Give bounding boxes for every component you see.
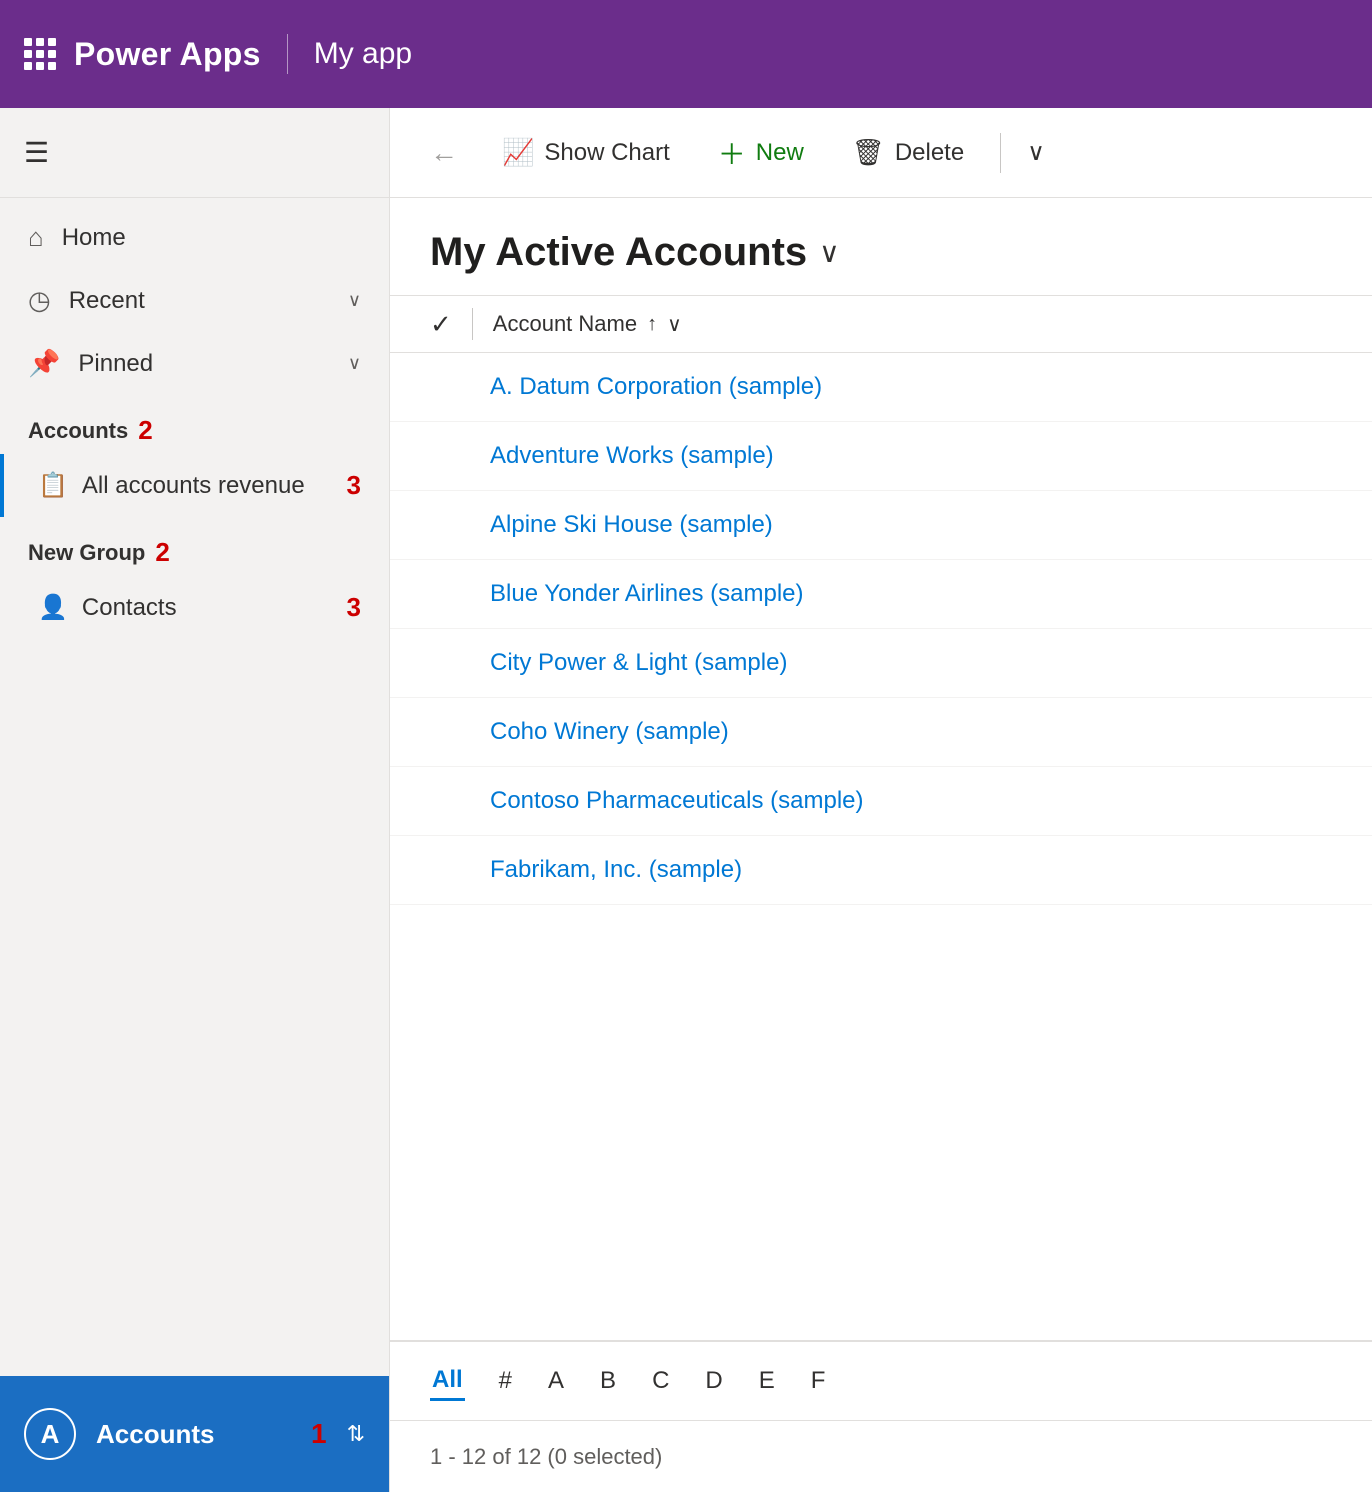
sidebar-item-home[interactable]: ⌂ Home: [0, 206, 389, 269]
avatar: A: [24, 1408, 76, 1460]
sidebar-item-recent[interactable]: ◷ Recent ∨: [0, 269, 389, 332]
show-chart-button[interactable]: 📈 Show Chart: [482, 127, 690, 178]
table-row[interactable]: Alpine Ski House (sample): [390, 491, 1372, 560]
alpha-item-c[interactable]: C: [650, 1363, 671, 1399]
alpha-item-d[interactable]: D: [703, 1363, 724, 1399]
sidebar-nav: ⌂ Home ◷ Recent ∨ 📌 Pinned ∨ Accounts 2: [0, 198, 389, 1376]
delete-label: Delete: [895, 139, 964, 167]
new-label: New: [756, 139, 804, 167]
new-group-label: New Group: [28, 540, 145, 566]
hamburger-icon[interactable]: ☰: [24, 136, 49, 169]
sidebar-item-contacts-label: Contacts: [82, 594, 333, 622]
alpha-bar: All # ABCDEF: [390, 1340, 1372, 1420]
table-row[interactable]: City Power & Light (sample): [390, 629, 1372, 698]
new-group-badge: 2: [155, 537, 169, 568]
app-name: My app: [314, 37, 412, 71]
sidebar-item-recent-label: Recent: [69, 287, 330, 315]
sidebar: ☰ ⌂ Home ◷ Recent ∨ 📌 Pinned ∨: [0, 108, 390, 1492]
accounts-group-label: Accounts: [28, 418, 128, 444]
alpha-item-all[interactable]: All: [430, 1362, 465, 1401]
account-name-col-label: Account Name: [493, 311, 637, 337]
brand-name: Power Apps: [74, 36, 261, 73]
sidebar-item-pinned[interactable]: 📌 Pinned ∨: [0, 332, 389, 395]
table-row[interactable]: A. Datum Corporation (sample): [390, 353, 1372, 422]
accounts-group-heading: Accounts 2: [0, 395, 389, 454]
sort-down-icon[interactable]: ∨: [667, 312, 682, 337]
toolbar-divider: [1000, 133, 1001, 173]
avatar-letter: A: [41, 1419, 60, 1450]
sidebar-bottom-chevron-icon: ⇅: [347, 1421, 365, 1447]
sidebar-item-pinned-label: Pinned: [78, 350, 329, 378]
sidebar-bottom-badge: 1: [311, 1418, 327, 1450]
table-col-separator: [472, 308, 473, 340]
new-group-heading: New Group 2: [0, 517, 389, 576]
content-area: My Active Accounts ∨ ✓ Account Name ↑ ∨ …: [390, 198, 1372, 1492]
status-text: 1 - 12 of 12 (0 selected): [430, 1444, 662, 1470]
sidebar-item-all-accounts-revenue[interactable]: 📋 All accounts revenue 3: [0, 454, 389, 517]
grid-icon[interactable]: [24, 38, 56, 70]
pinned-icon: 📌: [28, 348, 60, 379]
table-row[interactable]: Blue Yonder Airlines (sample): [390, 560, 1372, 629]
home-icon: ⌂: [28, 222, 44, 253]
table-col-account-name[interactable]: Account Name ↑ ∨: [493, 311, 682, 337]
main-content: ← 📈 Show Chart ＋ New 🗑 Delete ∨ My Activ…: [390, 108, 1372, 1492]
toolbar: ← 📈 Show Chart ＋ New 🗑 Delete ∨: [390, 108, 1372, 198]
alpha-item-a[interactable]: A: [546, 1363, 566, 1399]
contacts-badge: 3: [347, 592, 361, 623]
table-row[interactable]: Fabrikam, Inc. (sample): [390, 836, 1372, 905]
alpha-item-b[interactable]: B: [598, 1363, 618, 1399]
delete-icon: 🗑: [852, 137, 885, 168]
show-chart-label: Show Chart: [544, 139, 669, 167]
table-body: A. Datum Corporation (sample)Adventure W…: [390, 353, 1372, 1340]
sidebar-item-all-accounts-revenue-label: All accounts revenue: [82, 472, 333, 500]
status-bar: 1 - 12 of 12 (0 selected): [390, 1420, 1372, 1492]
back-button[interactable]: ←: [414, 127, 474, 179]
accounts-revenue-icon: 📋: [38, 471, 68, 500]
table-select-all-checkbox[interactable]: ✓: [430, 309, 452, 340]
accounts-group-badge: 2: [138, 415, 152, 446]
pinned-chevron-icon: ∨: [348, 353, 361, 374]
sidebar-item-contacts[interactable]: 👤 Contacts 3: [0, 576, 389, 639]
table-row[interactable]: Coho Winery (sample): [390, 698, 1372, 767]
recent-chevron-icon: ∨: [348, 290, 361, 311]
contacts-icon: 👤: [38, 593, 68, 622]
sidebar-bottom-label: Accounts: [96, 1419, 291, 1450]
top-header: Power Apps My app: [0, 0, 1372, 108]
header-divider: [287, 34, 288, 74]
alpha-item-f[interactable]: F: [809, 1363, 828, 1399]
sidebar-item-home-label: Home: [62, 224, 361, 252]
sidebar-top-bar: ☰: [0, 108, 389, 198]
content-title-bar: My Active Accounts ∨: [390, 198, 1372, 295]
table-row[interactable]: Contoso Pharmaceuticals (sample): [390, 767, 1372, 836]
new-icon: ＋: [718, 133, 746, 173]
content-title: My Active Accounts: [430, 230, 807, 275]
content-title-chevron-icon[interactable]: ∨: [819, 236, 840, 269]
sidebar-bottom-bar[interactable]: A Accounts 1 ⇅: [0, 1376, 389, 1492]
alpha-item-e[interactable]: E: [757, 1363, 777, 1399]
all-accounts-revenue-badge: 3: [347, 470, 361, 501]
sort-up-icon[interactable]: ↑: [647, 313, 657, 336]
main-body: ☰ ⌂ Home ◷ Recent ∨ 📌 Pinned ∨: [0, 108, 1372, 1492]
delete-button[interactable]: 🗑 Delete: [832, 127, 984, 178]
recent-icon: ◷: [28, 285, 51, 316]
new-button[interactable]: ＋ New: [698, 123, 824, 183]
toolbar-more-button[interactable]: ∨: [1017, 128, 1055, 177]
alpha-item-#[interactable]: #: [497, 1363, 514, 1399]
show-chart-icon: 📈: [502, 137, 534, 168]
table-header: ✓ Account Name ↑ ∨: [390, 295, 1372, 353]
table-row[interactable]: Adventure Works (sample): [390, 422, 1372, 491]
